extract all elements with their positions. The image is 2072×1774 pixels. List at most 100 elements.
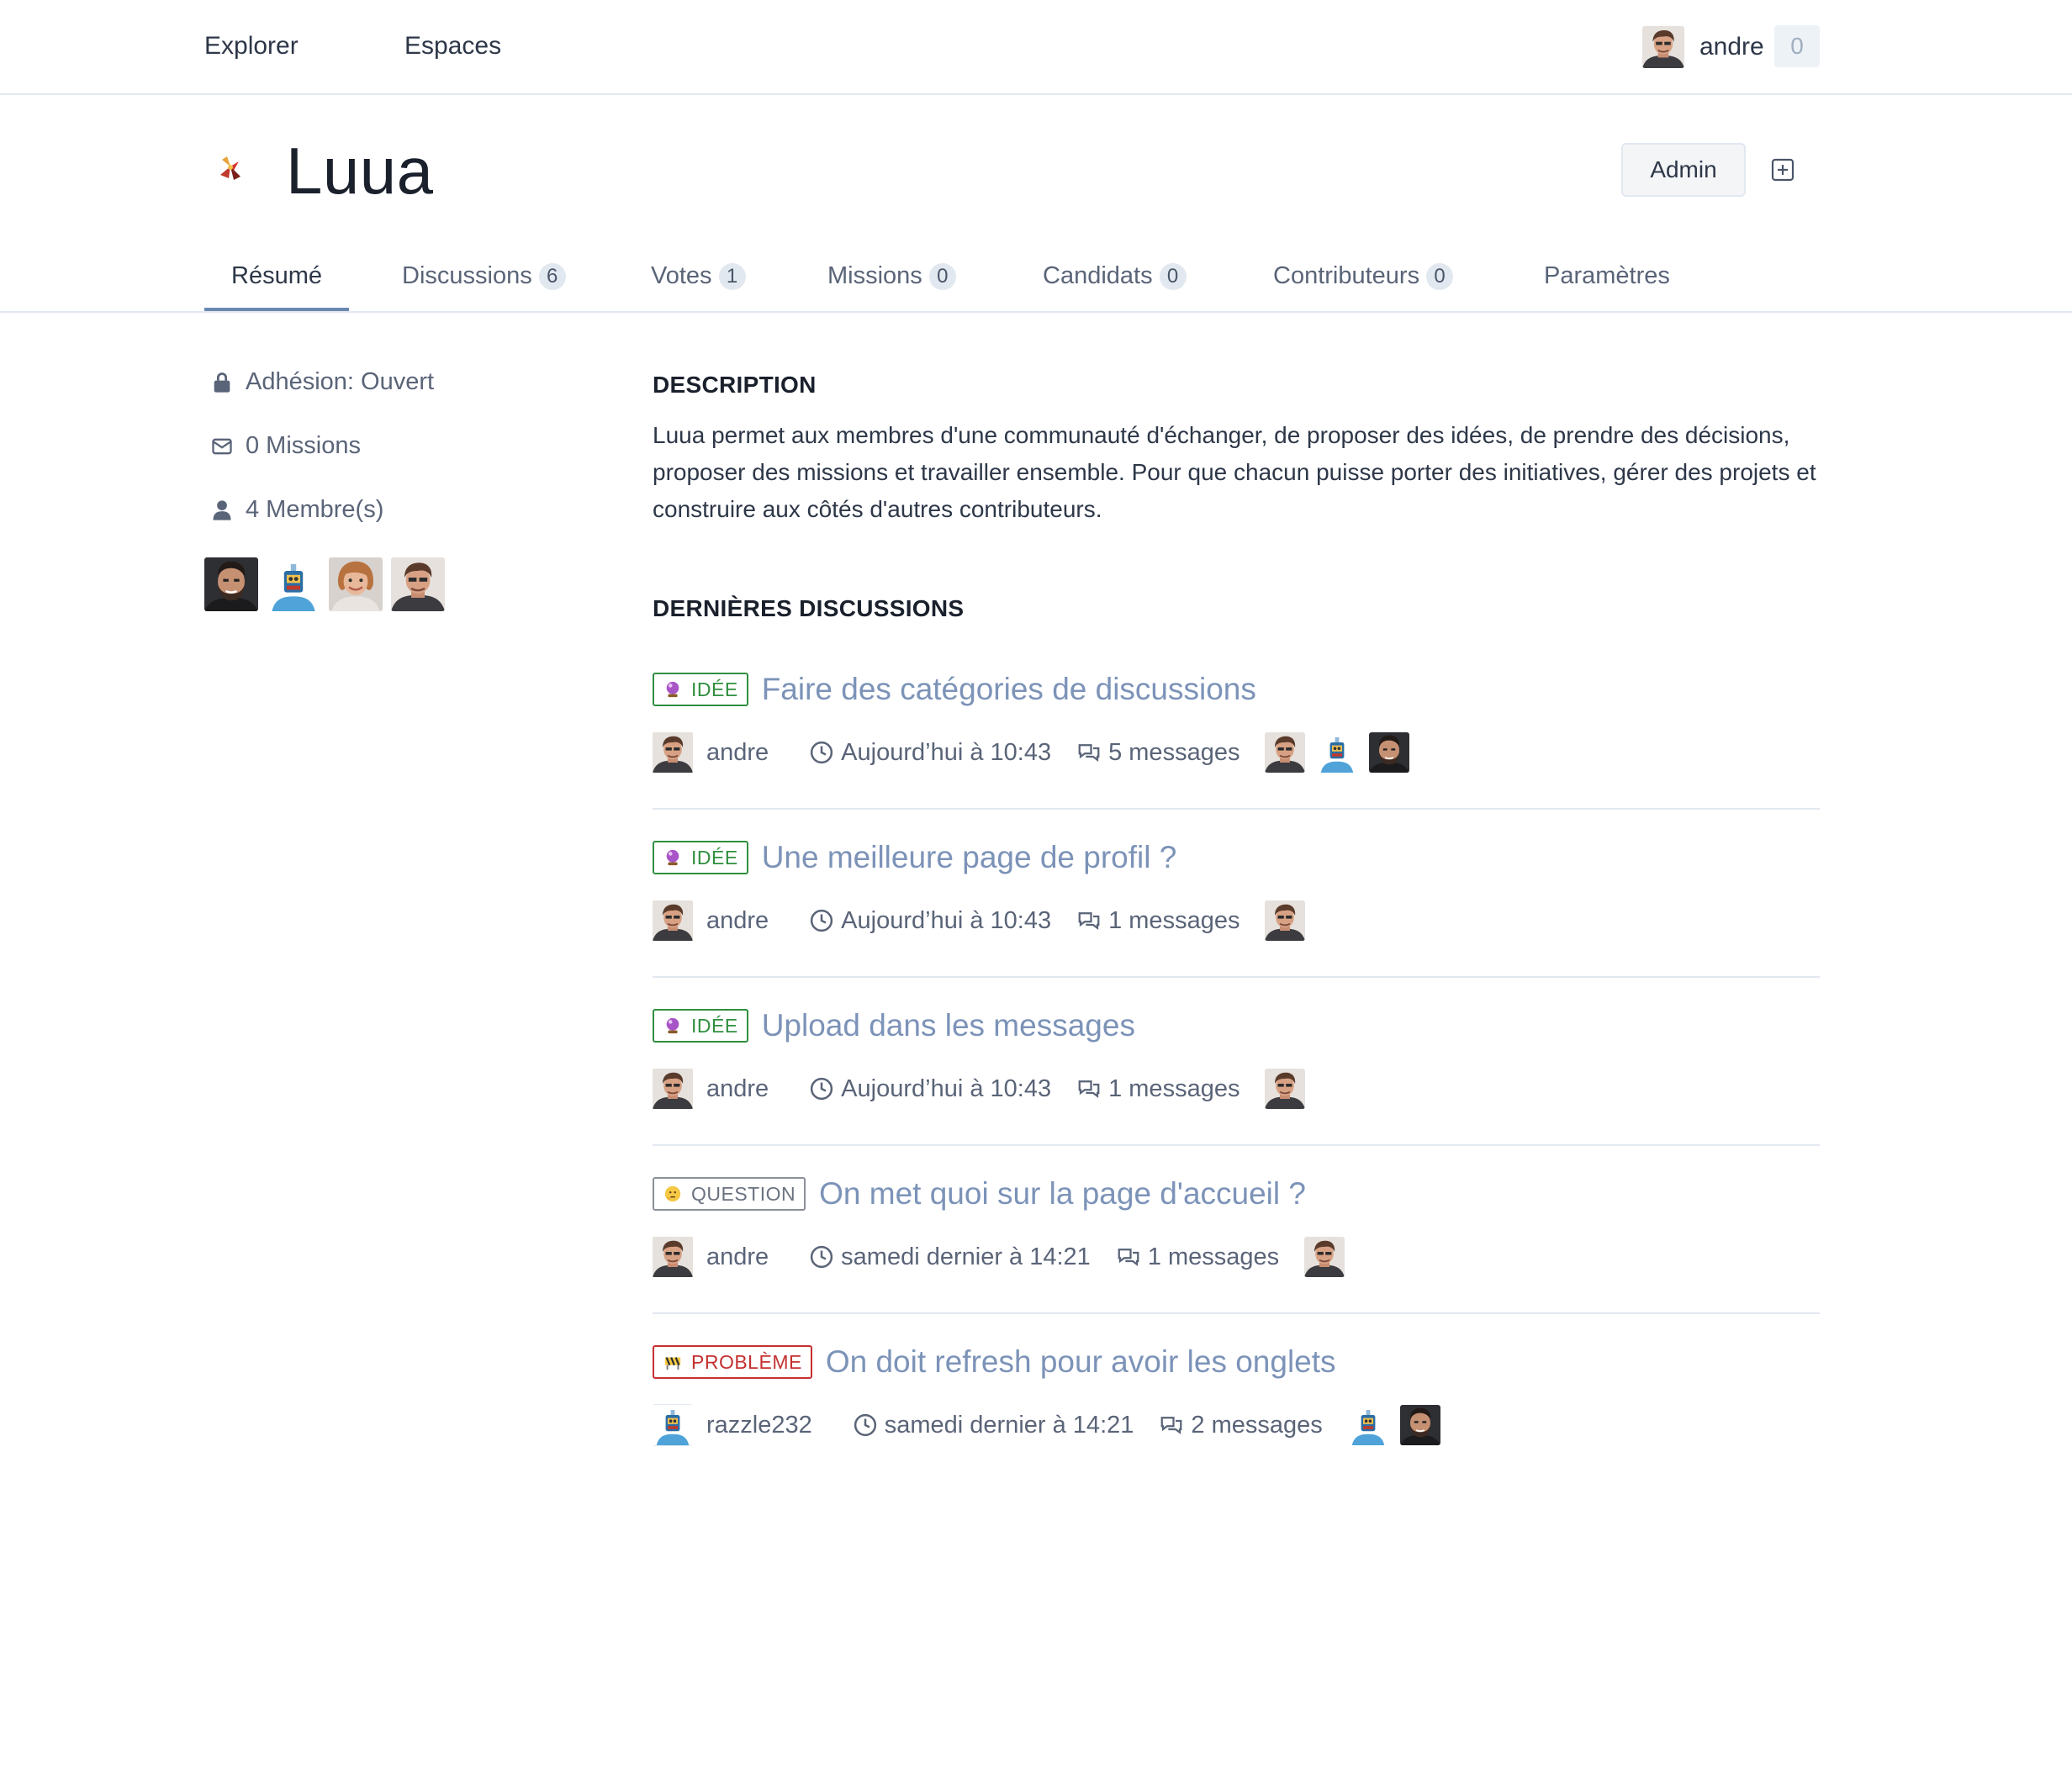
discussion-participants: [1265, 900, 1305, 941]
admin-button[interactable]: Admin: [1621, 143, 1746, 197]
user-avatar[interactable]: [1642, 26, 1684, 68]
discussion-type-badge: QUESTION: [653, 1177, 806, 1211]
space-tabs: Résumé Discussions 6 Votes 1 Missions 0 …: [0, 246, 2072, 313]
discussion-author[interactable]: andre: [706, 739, 769, 767]
clock-icon: [811, 1245, 833, 1269]
nav-spaces-link[interactable]: Espaces: [404, 29, 501, 64]
discussion-type-badge: IDÉE: [653, 1009, 748, 1043]
tab-contributeurs[interactable]: Contributeurs 0: [1273, 259, 1454, 311]
author-avatar[interactable]: [653, 1236, 693, 1278]
discussion-message-count: 2 messages: [1159, 1412, 1323, 1439]
discussion-message-count: 5 messages: [1076, 739, 1240, 767]
divider: [653, 1312, 1820, 1314]
tab-count-badge: 0: [1426, 263, 1454, 290]
author-avatar[interactable]: [653, 731, 693, 773]
discussion-author[interactable]: andre: [706, 907, 769, 935]
envelope-icon: [209, 433, 235, 460]
username[interactable]: andre: [1699, 33, 1764, 61]
member-avatar[interactable]: [204, 557, 258, 611]
nav-explore-link[interactable]: Explorer: [204, 29, 299, 64]
tab-count-badge: 1: [718, 263, 746, 290]
participant-avatar[interactable]: [1265, 1069, 1305, 1109]
tab-label: Contributeurs: [1273, 262, 1420, 289]
member-avatars: [204, 557, 445, 611]
chat-bubbles-icon: [1078, 744, 1100, 762]
participant-avatar[interactable]: [1317, 732, 1358, 773]
user-menu[interactable]: andre: [1642, 25, 1764, 69]
space-title: Luua: [286, 134, 434, 208]
tab-label: Missions: [827, 262, 922, 289]
tab-missions[interactable]: Missions 0: [827, 259, 956, 311]
tab-count-badge: 0: [928, 263, 956, 290]
discussion-type-badge: IDÉE: [653, 673, 748, 706]
members-info: 4 Membre(s): [209, 496, 383, 524]
clock-icon: [811, 741, 833, 764]
discussion-type-badge: PROBLÈME: [653, 1345, 812, 1379]
participant-avatar[interactable]: [1304, 1237, 1345, 1277]
lock-icon: [209, 369, 235, 396]
discussion-title-link[interactable]: On doit refresh pour avoir les onglets: [826, 1344, 1336, 1380]
tab-parametres[interactable]: Paramètres: [1544, 259, 1670, 311]
add-square-icon[interactable]: [1769, 156, 1796, 183]
discussion-message-count: 1 messages: [1076, 907, 1240, 935]
discussion-author[interactable]: andre: [706, 1075, 769, 1103]
discussion-message-count: 1 messages: [1116, 1243, 1279, 1271]
tab-resume[interactable]: Résumé: [204, 259, 349, 311]
discussion-participants: [1347, 1405, 1440, 1445]
chat-bubbles-icon: [1118, 1249, 1139, 1266]
discussion-time: Aujourd’hui à 10:43: [809, 739, 1051, 767]
participant-avatar[interactable]: [1369, 732, 1409, 773]
discussion-time: samedi dernier à 14:21: [809, 1243, 1091, 1271]
tab-discussions[interactable]: Discussions 6: [402, 259, 566, 311]
tab-count-badge: 6: [538, 263, 566, 290]
space-description: Luua permet aux membres d'une communauté…: [653, 422, 1816, 522]
discussion-title-link[interactable]: Faire des catégories de discussions: [762, 672, 1256, 707]
construction-barrier-icon: [663, 1352, 683, 1372]
discussion-author[interactable]: razzle232: [706, 1412, 812, 1439]
chat-bubbles-icon: [1161, 1417, 1182, 1434]
discussion-participants: [1265, 1069, 1305, 1109]
author-avatar[interactable]: [653, 900, 693, 942]
space-logo-icon: [215, 153, 246, 183]
member-avatar[interactable]: [391, 557, 445, 611]
discussion-title-link[interactable]: On met quoi sur la page d'accueil ?: [819, 1176, 1306, 1212]
notifications-count[interactable]: 0: [1774, 25, 1820, 67]
participant-avatar[interactable]: [1347, 1405, 1388, 1445]
members-text: 4 Membre(s): [246, 496, 384, 523]
tab-label: Discussions: [402, 262, 532, 289]
discussion-author[interactable]: andre: [706, 1243, 769, 1271]
clock-icon: [854, 1413, 876, 1437]
missions-info: 0 Missions: [209, 432, 361, 460]
tab-label: Votes: [651, 262, 712, 289]
author-avatar[interactable]: [653, 1404, 693, 1446]
crystal-ball-icon: [663, 679, 683, 700]
divider: [653, 808, 1820, 810]
discussion-title-link[interactable]: Une meilleure page de profil ?: [762, 840, 1177, 875]
missions-text: 0 Missions: [246, 432, 361, 459]
tab-label: Candidats: [1043, 262, 1153, 289]
divider: [653, 1144, 1820, 1146]
author-avatar[interactable]: [653, 1068, 693, 1110]
clock-icon: [811, 909, 833, 932]
member-avatar[interactable]: [267, 557, 320, 611]
participant-avatar[interactable]: [1265, 732, 1305, 773]
tab-label: Résumé: [231, 262, 322, 289]
latest-discussions-heading: DERNIÈRES DISCUSSIONS: [653, 595, 965, 621]
tab-count-badge: 0: [1159, 263, 1187, 290]
discussion-type-badge: IDÉE: [653, 841, 748, 874]
participant-avatar[interactable]: [1400, 1405, 1440, 1445]
description-heading: DESCRIPTION: [653, 372, 817, 398]
tab-votes[interactable]: Votes 1: [651, 259, 746, 311]
discussion-title-link[interactable]: Upload dans les messages: [762, 1008, 1135, 1043]
user-icon: [209, 497, 235, 524]
tab-label: Paramètres: [1544, 262, 1670, 289]
clock-icon: [811, 1077, 833, 1101]
member-avatar[interactable]: [329, 557, 383, 611]
participant-avatar[interactable]: [1265, 900, 1305, 941]
discussion-time: Aujourd’hui à 10:43: [809, 1075, 1051, 1103]
tab-candidats[interactable]: Candidats 0: [1043, 259, 1187, 311]
discussion-time: Aujourd’hui à 10:43: [809, 907, 1051, 935]
discussion-participants: [1265, 732, 1409, 773]
chat-bubbles-icon: [1078, 1080, 1100, 1098]
top-navigation: Explorer Espaces andre 0: [0, 0, 2072, 95]
